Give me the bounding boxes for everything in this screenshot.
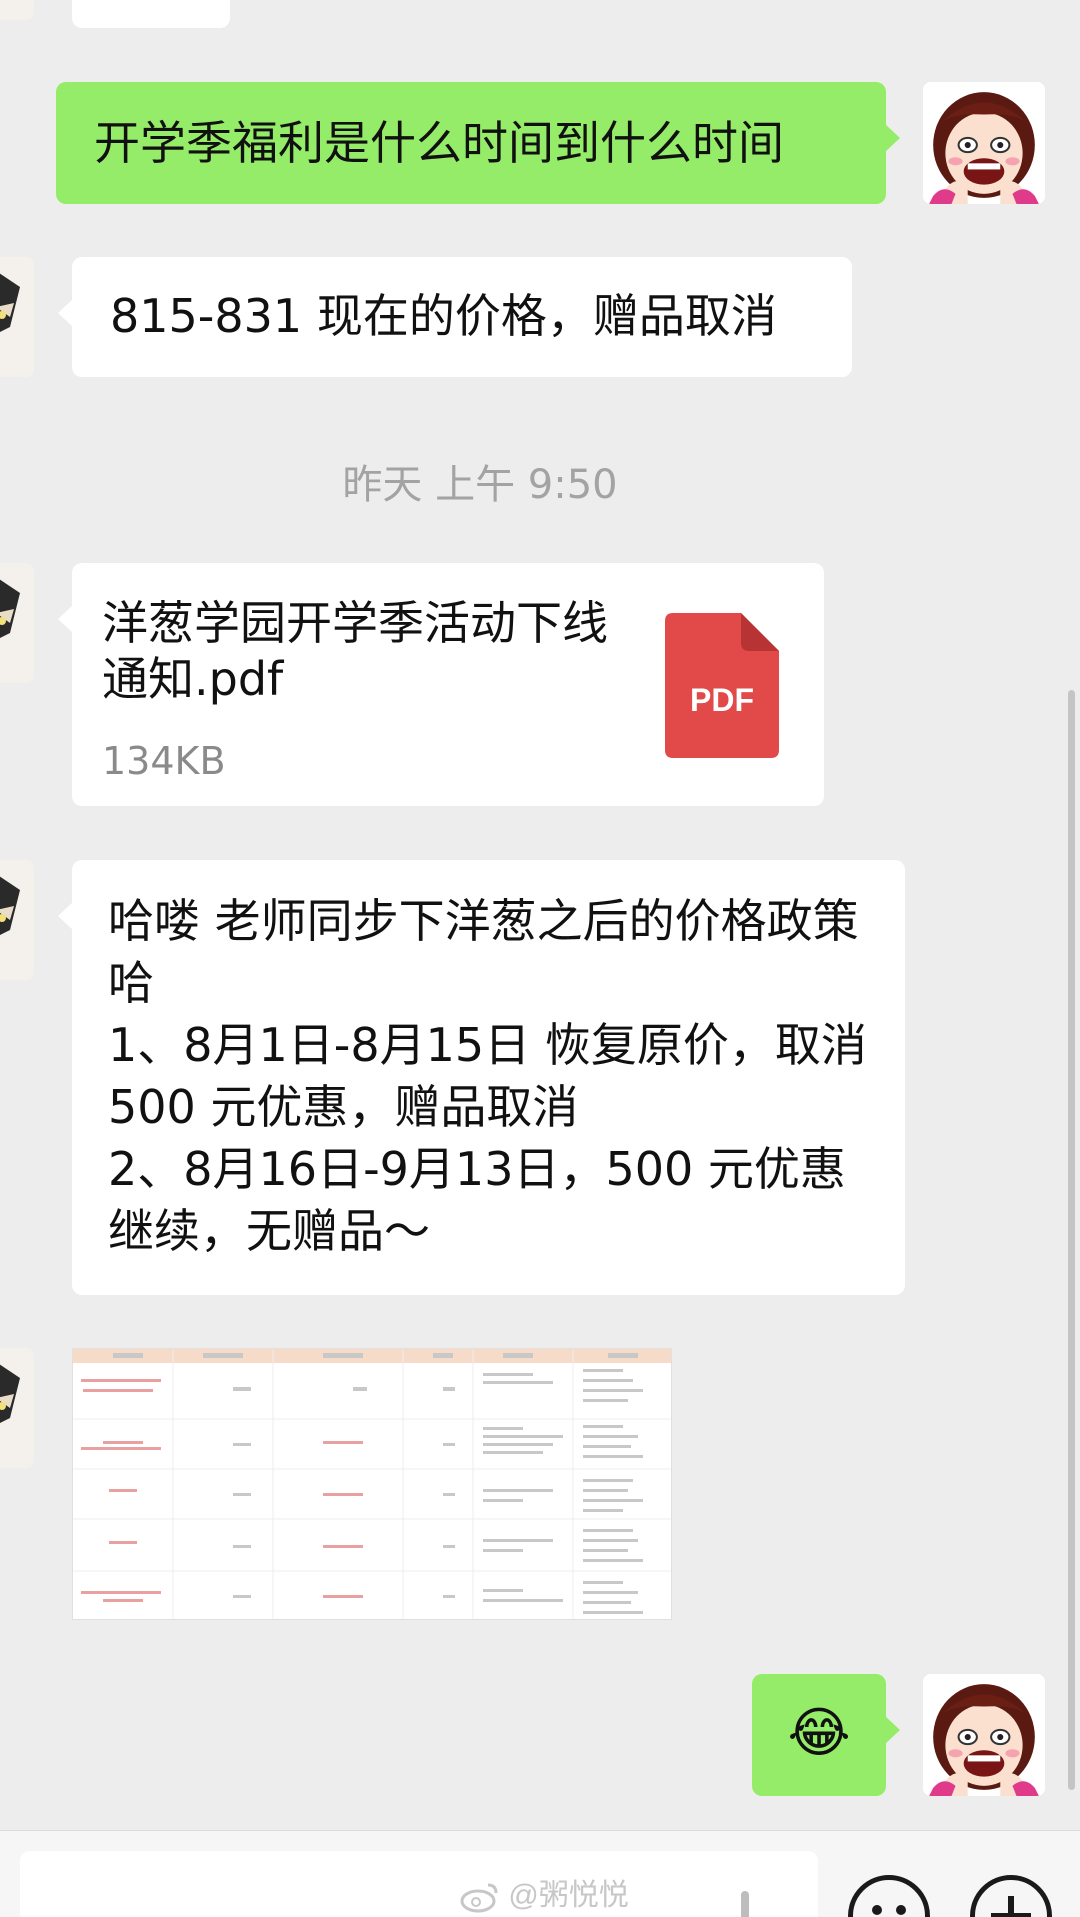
outgoing-emoji-bubble[interactable]: 😂 [752,1674,900,1796]
previous-message-bubble[interactable] [72,0,230,28]
contact-avatar[interactable] [0,860,34,980]
file-name: 洋葱学园开学季活动下线通知.pdf [102,596,608,706]
svg-text:PDF: PDF [690,682,754,718]
weibo-logo-icon [460,1883,498,1913]
cartoon-girl-avatar-icon [923,1674,1045,1796]
cat-avatar-icon [0,860,34,980]
message-timestamp: 昨天 上午 9:50 [342,462,618,508]
incoming-message-bubble[interactable]: 哈喽 老师同步下洋葱之后的价格政策哈 1、8月1日-8月15日 恢复原价，取消 … [58,860,905,1295]
my-avatar[interactable] [923,1674,1045,1796]
contact-avatar-partial[interactable] [0,0,34,20]
cartoon-girl-avatar-icon [923,82,1045,204]
tears-of-joy-emoji: 😂 [787,1701,851,1764]
file-size: 134KB [102,739,226,783]
message-text: 开学季福利是什么时间到什么时间 [94,116,784,170]
contact-avatar[interactable] [0,1348,34,1468]
message-text: 哈喽 老师同步下洋葱之后的价格政策哈 1、8月1日-8月15日 恢复原价，取消 … [108,894,867,1258]
my-avatar[interactable] [923,82,1045,204]
cat-avatar-icon [0,1348,34,1468]
pdf-file-icon: PDF [665,613,779,758]
weibo-watermark: @粥悦悦 [460,1870,629,1914]
image-message-thumbnail[interactable] [72,1348,672,1620]
incoming-message-bubble[interactable]: 815-831 现在的价格，赠品取消 [58,257,852,377]
table-screenshot-image [73,1349,671,1619]
scrollbar[interactable] [1068,690,1075,1790]
cat-avatar-icon [0,563,34,683]
chat-screen: 开学季福利是什么时间到什么时间 815-831 现在的价格，赠品取消 昨天 上午… [0,0,1080,1917]
contact-avatar[interactable] [0,257,34,377]
emoji-button[interactable] [848,1875,930,1917]
more-button[interactable] [970,1875,1052,1917]
file-message-card[interactable]: 洋葱学园开学季活动下线通知.pdf 134KB PDF [58,563,824,806]
message-input[interactable] [20,1851,818,1917]
plus-icon [991,1896,1031,1917]
cat-avatar-icon [0,257,34,377]
smiley-icon [872,1905,906,1915]
outgoing-message-bubble[interactable]: 开学季福利是什么时间到什么时间 [56,82,900,204]
voice-wave-icon[interactable] [725,1887,765,1917]
watermark-text: @粥悦悦 [508,1879,629,1912]
message-text: 815-831 现在的价格，赠品取消 [110,289,777,343]
contact-avatar[interactable] [0,563,34,683]
